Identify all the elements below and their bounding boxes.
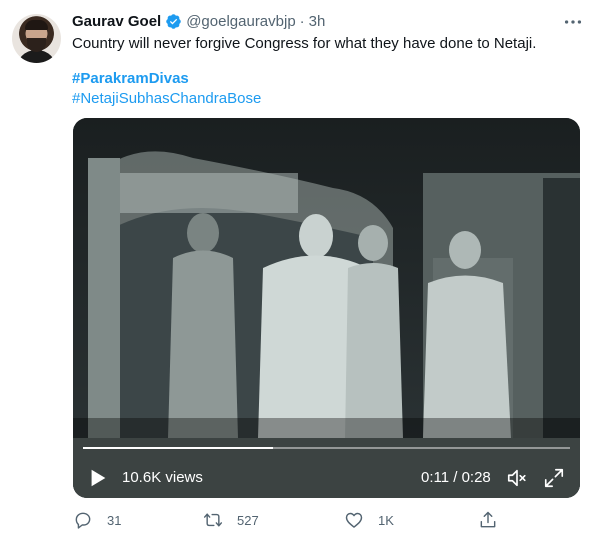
retweet-button[interactable]: 527 bbox=[203, 508, 259, 532]
video-player[interactable]: 10.6K views 0:11 / 0:28 bbox=[73, 118, 580, 498]
tweet-time[interactable]: 3h bbox=[309, 13, 326, 30]
fullscreen-icon[interactable] bbox=[543, 467, 565, 489]
tweet-text: Country will never forgive Congress for … bbox=[72, 35, 537, 52]
video-time: 0:11 / 0:28 bbox=[421, 469, 491, 486]
view-count: 10.6K views bbox=[122, 469, 203, 486]
retweet-count: 527 bbox=[237, 512, 259, 528]
reply-count: 31 bbox=[107, 512, 122, 528]
avatar[interactable] bbox=[12, 14, 61, 63]
tweet-actions: 31 527 1K bbox=[0, 508, 590, 532]
progress-fill bbox=[83, 447, 273, 449]
like-button[interactable]: 1K bbox=[344, 508, 394, 532]
author-name[interactable]: Gaurav Goel bbox=[72, 13, 161, 30]
hashtag-link[interactable]: #NetajiSubhasChandraBose bbox=[72, 90, 261, 107]
share-icon bbox=[480, 511, 496, 528]
reply-button[interactable]: 31 bbox=[73, 508, 121, 532]
separator-dot: · bbox=[299, 12, 305, 30]
hashtag-link[interactable]: #ParakramDivas bbox=[72, 70, 189, 87]
like-count: 1K bbox=[378, 512, 394, 528]
like-icon bbox=[345, 512, 363, 528]
tweet-header: Gaurav Goel @goelgauravbjp · 3h bbox=[72, 11, 325, 31]
tweet[interactable]: Gaurav Goel @goelgauravbjp · 3h Country … bbox=[0, 0, 590, 543]
share-button[interactable] bbox=[478, 508, 498, 532]
retweet-icon bbox=[203, 513, 223, 527]
verified-badge-icon bbox=[166, 13, 181, 29]
author-handle[interactable]: @goelgauravbjp bbox=[186, 13, 295, 30]
volume-icon[interactable] bbox=[505, 467, 529, 489]
play-icon[interactable] bbox=[87, 467, 109, 489]
video-frame bbox=[73, 118, 580, 498]
reply-icon bbox=[75, 512, 91, 529]
more-icon[interactable] bbox=[562, 11, 584, 33]
